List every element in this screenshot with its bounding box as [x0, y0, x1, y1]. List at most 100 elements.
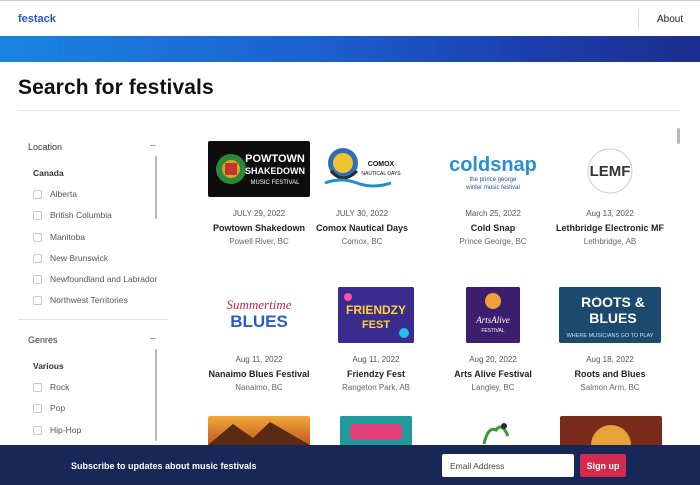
logo-text: WHERE MUSICIANS GO TO PLAY	[567, 333, 654, 339]
filter-option-newfoundland[interactable]: Newfoundland and Labrador	[33, 273, 157, 285]
festival-card[interactable]: coldsnap the prince george winter music …	[433, 141, 553, 247]
newsletter-text: Subscribe to updates about music festiva…	[71, 461, 257, 471]
filter-option-hip-hop[interactable]: Hip-Hop	[33, 424, 81, 436]
festival-date: Aug 11, 2022	[352, 355, 400, 364]
festival-logo-partial[interactable]	[340, 416, 412, 445]
festival-date: Aug 13, 2022	[586, 209, 634, 218]
festival-location: Langley, BC	[471, 383, 515, 392]
festival-name[interactable]: Cold Snap	[433, 222, 553, 234]
option-label: Hip-Hop	[50, 425, 82, 435]
festival-name[interactable]: Comox Nautical Days	[302, 222, 422, 234]
brand-link[interactable]: festack	[18, 13, 56, 25]
festival-location: Prince George, BC	[459, 237, 527, 246]
festival-name[interactable]: Roots and Blues	[550, 368, 670, 380]
festival-date: Aug 18, 2022	[586, 355, 634, 364]
logo-text: LEMF	[590, 163, 631, 180]
festival-location: Lethbridge, AB	[583, 237, 637, 246]
location-group-canada: Canada	[33, 168, 64, 178]
results-scrollbar[interactable]	[677, 128, 680, 144]
option-label: Pop	[50, 403, 66, 413]
genres-collapse-icon[interactable]: –	[150, 333, 156, 344]
filter-divider	[18, 319, 168, 320]
option-label: Newfoundland and Labrador	[50, 274, 158, 284]
festival-date: JULY 30, 2022	[335, 209, 389, 218]
location-scrollbar[interactable]	[155, 156, 157, 219]
filter-option-rock[interactable]: Rock	[33, 381, 69, 393]
festival-date: Aug 20, 2022	[469, 355, 517, 364]
logo-text: the prince george	[470, 177, 517, 183]
festival-location: Comox, BC	[341, 237, 383, 246]
checkbox-icon[interactable]	[33, 210, 42, 220]
top-nav: festack About	[0, 0, 700, 36]
about-link[interactable]: About	[657, 14, 683, 25]
logo-text: BLUES	[230, 312, 288, 331]
logo-text: Summertime	[227, 297, 292, 312]
logo-text: FESTIVAL	[481, 328, 504, 334]
festival-logo: coldsnap the prince george winter music …	[442, 141, 544, 197]
checkbox-icon[interactable]	[33, 403, 42, 413]
logo-text: POWTOWN	[245, 153, 305, 165]
festival-date: March 25, 2022	[465, 209, 521, 218]
festival-logo-partial[interactable]	[208, 416, 310, 445]
option-label: Alberta	[50, 189, 77, 199]
signup-button[interactable]: Sign up	[580, 454, 626, 477]
option-label: New Brunswick	[50, 253, 109, 263]
filter-option-british-columbia[interactable]: British Columbia	[33, 209, 112, 221]
filter-option-manitoba[interactable]: Manitoba	[33, 231, 85, 243]
checkbox-icon[interactable]	[33, 232, 42, 242]
festival-card[interactable]: FRIENDZY FEST Aug 11, 2022 Friendzy Fest…	[316, 287, 436, 393]
festival-name[interactable]: Nanaimo Blues Festival	[199, 368, 319, 380]
festival-date: JULY 29, 2022	[232, 209, 286, 218]
logo-text: NAUTICAL DAYS	[361, 171, 401, 177]
filter-option-pop[interactable]: Pop	[33, 402, 65, 414]
location-collapse-icon[interactable]: –	[150, 140, 156, 151]
logo-text: coldsnap	[449, 154, 537, 176]
festival-card[interactable]: Summertime BLUES Aug 11, 2022 Nanaimo Bl…	[199, 287, 319, 393]
festival-logo: Summertime BLUES	[208, 287, 310, 343]
genres-group-various: Various	[33, 361, 64, 371]
festival-logo-partial[interactable]	[560, 416, 662, 445]
filter-option-alberta[interactable]: Alberta	[33, 188, 77, 200]
genres-scrollbar[interactable]	[155, 349, 157, 441]
festival-name[interactable]: Friendzy Fest	[316, 368, 436, 380]
logo-text: winter music festival	[465, 185, 520, 191]
festival-card[interactable]: LEMF Aug 13, 2022 Lethbridge Electronic …	[550, 141, 670, 247]
email-field[interactable]	[442, 454, 574, 477]
festival-name[interactable]: Arts Alive Festival	[433, 368, 553, 380]
festival-logo: ROOTS & BLUES WHERE MUSICIANS GO TO PLAY	[559, 287, 661, 343]
logo-text: FRIENDZY	[346, 303, 406, 317]
option-label: Rock	[50, 382, 70, 392]
option-label: Manitoba	[50, 232, 85, 242]
checkbox-icon[interactable]	[33, 382, 42, 392]
festival-date: Aug 11, 2022	[235, 355, 283, 364]
checkbox-icon[interactable]	[33, 425, 42, 435]
checkbox-icon[interactable]	[33, 189, 42, 199]
title-divider	[18, 110, 680, 111]
checkbox-icon[interactable]	[33, 253, 42, 263]
festival-name[interactable]: Powtown Shakedown	[199, 222, 319, 234]
logo-text: BLUES	[589, 310, 636, 326]
filter-option-northwest-territories[interactable]: Northwest Territories	[33, 294, 128, 306]
logo-text: ArtsAlive	[475, 315, 510, 325]
festival-name[interactable]: Lethbridge Electronic MF	[550, 222, 670, 234]
festival-logo: POWTOWN SHAKEDOWN MUSIC FESTIVAL	[208, 141, 310, 197]
festival-logo: COMOX NAUTICAL DAYS	[311, 141, 413, 197]
festival-logo-partial[interactable]	[474, 416, 518, 445]
page-title: Search for festivals	[18, 76, 214, 99]
checkbox-icon[interactable]	[33, 295, 42, 305]
festival-card[interactable]: ArtsAlive FESTIVAL Aug 20, 2022 Arts Ali…	[433, 287, 553, 393]
festival-card[interactable]: POWTOWN SHAKEDOWN MUSIC FESTIVAL JULY 29…	[199, 141, 319, 247]
filter-option-new-brunswick[interactable]: New Brunswick	[33, 252, 108, 264]
newsletter-footer: Subscribe to updates about music festiva…	[0, 445, 700, 485]
location-heading[interactable]: Location	[28, 142, 62, 152]
festival-location: Rangeton Park, AB	[341, 383, 411, 392]
festival-card[interactable]: COMOX NAUTICAL DAYS JULY 30, 2022 Comox …	[302, 141, 422, 247]
logo-text: COMOX	[368, 161, 395, 168]
genres-heading[interactable]: Genres	[28, 335, 58, 345]
festival-card[interactable]: ROOTS & BLUES WHERE MUSICIANS GO TO PLAY…	[550, 287, 670, 393]
checkbox-icon[interactable]	[33, 274, 42, 284]
festival-location: Nanaimo, BC	[235, 383, 283, 392]
festival-location: Powell River, BC	[229, 237, 289, 246]
festival-logo: FRIENDZY FEST	[338, 287, 414, 343]
option-label: Northwest Territories	[50, 295, 128, 305]
